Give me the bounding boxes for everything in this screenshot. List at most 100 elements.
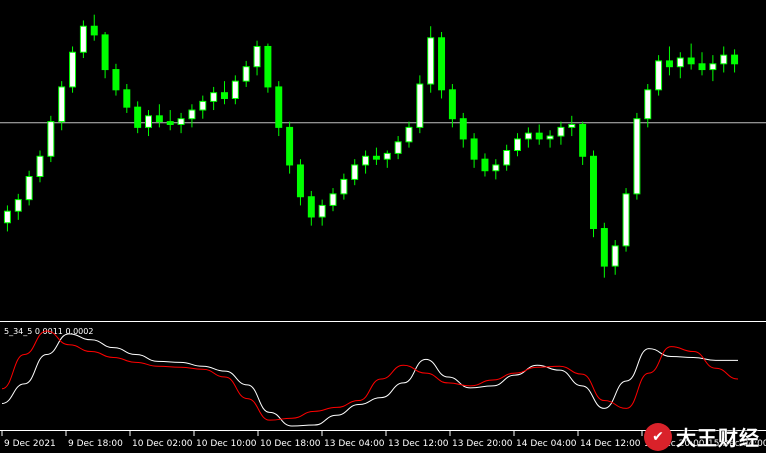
candle[interactable] [14,193,22,220]
candle[interactable] [123,84,131,113]
candle[interactable] [210,86,218,111]
candle[interactable] [340,173,348,200]
candle[interactable] [503,144,511,171]
candle[interactable] [427,26,435,93]
candle-body [188,109,196,120]
candle-body [221,92,228,99]
indicator-panel[interactable]: 5_34_5 0.0011 0.0002 [1,327,739,427]
candle[interactable] [69,46,77,93]
candle[interactable] [79,20,87,59]
candle-body [134,106,142,128]
candle[interactable] [296,159,304,206]
candle[interactable] [307,190,315,226]
candle[interactable] [231,75,239,105]
candle[interactable] [557,121,565,145]
time-tick-label: 9 Dec 2021 [4,439,56,449]
candle-body [459,118,467,140]
candle-body [112,69,120,91]
candle[interactable] [459,112,467,148]
watermark: ✔ 大王财经 [644,422,760,451]
time-tick-label: 9 Dec 18:00 [68,439,123,449]
candle[interactable] [535,124,543,145]
candle[interactable] [698,52,706,76]
candle[interactable] [492,159,500,180]
candle[interactable] [25,170,33,206]
candle-body [58,86,66,123]
candle[interactable] [101,32,109,79]
candle-body [503,150,511,166]
candle[interactable] [47,115,55,163]
candle[interactable] [112,63,120,96]
candle[interactable] [199,95,207,119]
candle[interactable] [579,121,587,165]
candle[interactable] [177,112,185,134]
time-tick-label: 13 Dec 12:00 [388,439,449,449]
candle[interactable] [590,150,597,238]
candle[interactable] [655,55,663,96]
candle[interactable] [242,60,250,87]
candle[interactable] [155,104,163,128]
candle[interactable] [329,188,337,212]
candle[interactable] [644,84,652,128]
candle[interactable] [145,110,152,137]
candle[interactable] [166,110,174,131]
candle[interactable] [514,133,521,157]
candle[interactable] [318,199,326,226]
candle[interactable] [676,52,684,79]
candle[interactable] [416,75,424,134]
candle[interactable] [546,130,554,148]
candle[interactable] [622,188,630,252]
candle-body [264,45,272,88]
candle[interactable] [448,84,456,128]
candle[interactable] [524,127,532,148]
candle[interactable] [351,159,359,186]
candle-body [275,86,283,128]
time-tick-label: 14 Dec 04:00 [516,439,577,449]
candle-body [514,138,521,152]
candle-body [416,83,424,128]
candle[interactable] [253,40,261,76]
candle[interactable] [720,46,728,73]
candle-body [47,121,55,157]
candle[interactable] [286,121,294,174]
candle[interactable] [264,43,272,93]
candle-body [383,152,391,160]
oscillator-line-red[interactable] [1,330,739,421]
price-panel[interactable] [0,14,766,278]
candle[interactable] [687,43,695,70]
candle-body [253,45,261,68]
candle[interactable] [372,147,380,165]
candle[interactable] [611,240,619,275]
candle[interactable] [405,121,413,148]
candle[interactable] [275,81,283,137]
candle[interactable] [383,150,391,168]
candle[interactable] [568,115,576,137]
candle[interactable] [709,55,717,82]
candle[interactable] [731,49,739,73]
candle[interactable] [481,153,489,177]
candle[interactable] [633,112,641,200]
candle[interactable] [3,205,11,232]
candle-body [481,158,489,172]
candle[interactable] [134,101,142,134]
oscillator-line-white[interactable] [1,333,738,427]
candle[interactable] [221,81,228,105]
candle-body [611,245,619,267]
candle[interactable] [600,222,608,278]
candle-body [590,155,597,230]
candle-body [351,164,359,180]
chart-canvas[interactable]: 5_34_5 0.0011 0.0002 9 Dec 2021 9 Dec 18:… [0,0,766,453]
candle-body [557,126,565,137]
candle[interactable] [188,104,196,128]
candle[interactable] [394,136,402,160]
candle[interactable] [36,150,44,183]
candle[interactable] [470,133,478,168]
candle[interactable] [665,46,673,76]
candle-body [340,178,348,195]
candle-body [535,132,543,140]
candle-body [731,54,739,65]
candle[interactable] [438,32,446,99]
candle-body [166,121,174,125]
candle[interactable] [362,150,370,174]
candle[interactable] [90,14,98,41]
